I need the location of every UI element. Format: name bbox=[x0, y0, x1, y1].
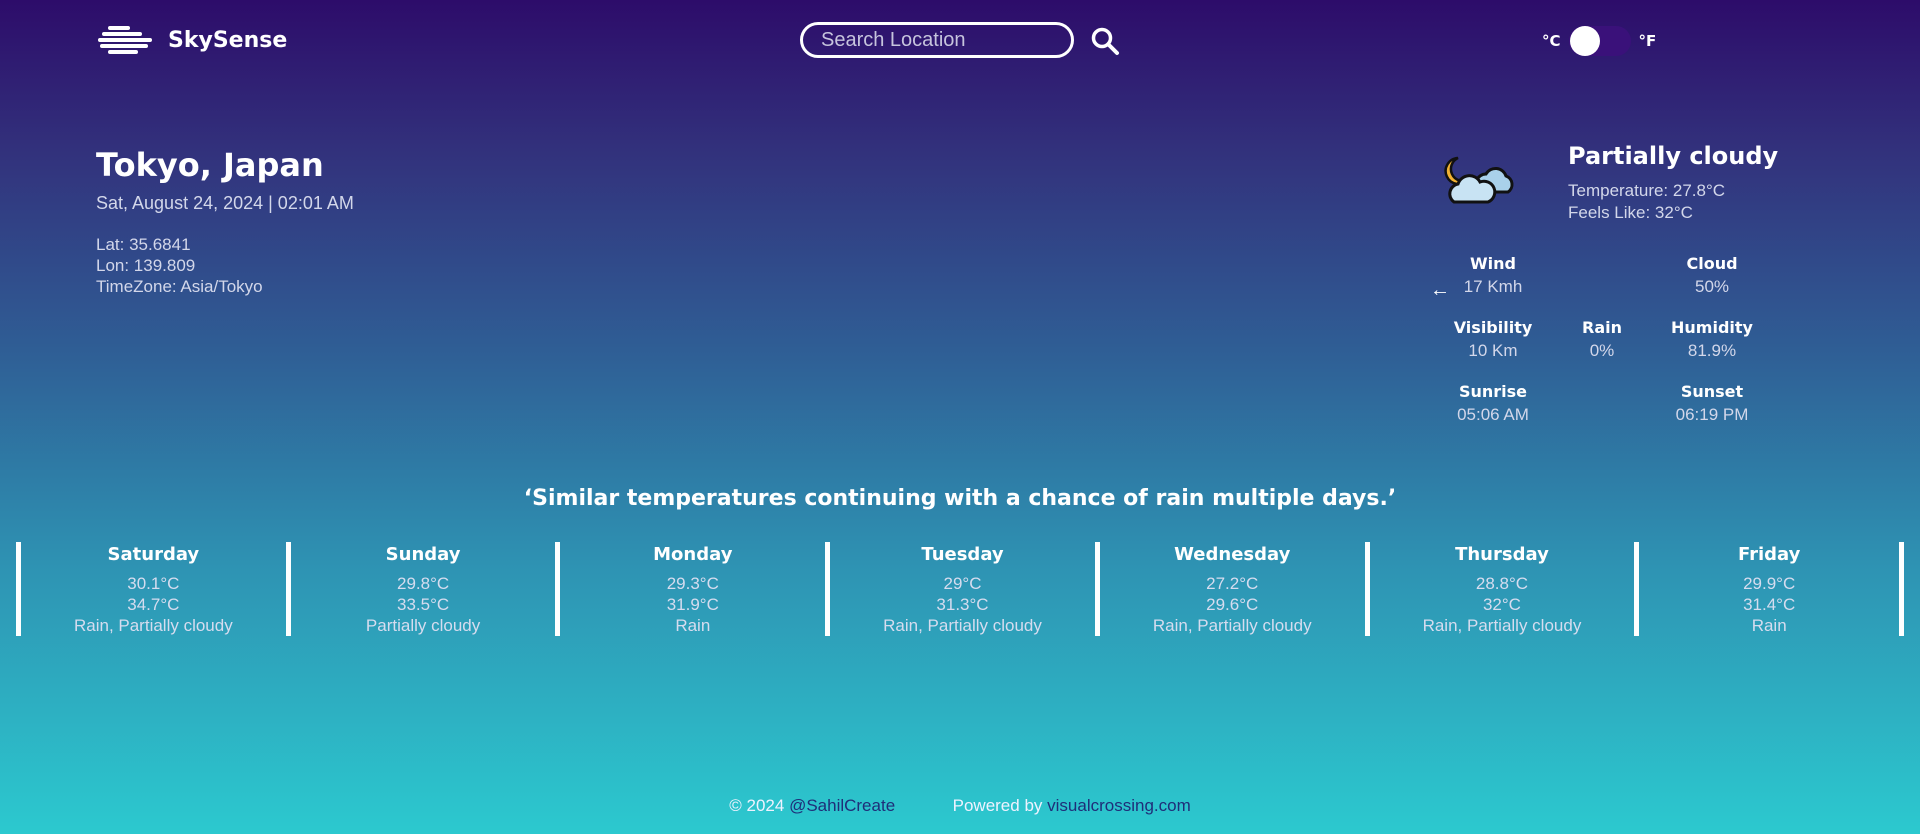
day-conditions: Rain, Partially cloudy bbox=[73, 616, 233, 635]
coordinates: Lat: 35.6841 Lon: 139.809 TimeZone: Asia… bbox=[96, 234, 263, 297]
forecast-day: Sunday 29.8°C 33.5°C Partially cloudy bbox=[285, 542, 556, 636]
sunrise-label: Sunrise bbox=[1458, 382, 1528, 401]
forecast-day: Wednesday 27.2°C 29.6°C Rain, Partially … bbox=[1094, 542, 1365, 636]
day-name: Sunday bbox=[385, 544, 461, 565]
sunset-label: Sunset bbox=[1680, 382, 1744, 401]
day-min-temp: 29.8°C bbox=[396, 574, 450, 593]
powered-by-text: Powered by bbox=[952, 796, 1043, 815]
day-max-temp: 31.4°C bbox=[1743, 595, 1796, 614]
sunset-stat: Sunset 06:19 PM bbox=[1642, 382, 1782, 425]
forecast-day: Friday 29.9°C 31.4°C Rain bbox=[1634, 542, 1905, 636]
author-link[interactable]: @SahilCreate bbox=[789, 796, 895, 815]
search-field[interactable] bbox=[800, 22, 1074, 58]
day-conditions: Rain, Partially cloudy bbox=[1152, 616, 1312, 635]
fahrenheit-label: °F bbox=[1638, 32, 1657, 50]
day-min-temp: 29.3°C bbox=[666, 574, 719, 593]
footer: © 2024 @SahilCreate Powered by visualcro… bbox=[0, 796, 1920, 816]
day-max-temp: 32°C bbox=[1482, 595, 1521, 614]
local-datetime: Sat, August 24, 2024 | 02:01 AM bbox=[96, 193, 354, 213]
cloud-layers-icon bbox=[98, 26, 152, 54]
partly-cloudy-night-icon bbox=[1444, 156, 1514, 204]
day-conditions: Rain, Partially cloudy bbox=[1422, 616, 1582, 635]
day-name: Monday bbox=[653, 544, 733, 565]
search-input[interactable] bbox=[819, 27, 1055, 53]
unit-switch[interactable] bbox=[1568, 26, 1631, 56]
day-max-temp: 29.6°C bbox=[1206, 595, 1259, 614]
day-min-temp: 27.2°C bbox=[1206, 574, 1259, 593]
day-min-temp: 28.8°C bbox=[1475, 574, 1529, 593]
day-name: Thursday bbox=[1455, 544, 1549, 565]
sunrise-value: 05:06 AM bbox=[1457, 405, 1529, 424]
feels-like: Feels Like: 32°C bbox=[1568, 203, 1693, 222]
longitude: Lon: 139.809 bbox=[96, 256, 196, 275]
day-max-temp: 34.7°C bbox=[127, 595, 180, 614]
humidity-label: Humidity bbox=[1671, 318, 1753, 337]
day-min-temp: 29.9°C bbox=[1743, 574, 1796, 593]
copyright-text: © 2024 bbox=[729, 796, 785, 815]
day-name: Wednesday bbox=[1174, 544, 1291, 565]
day-conditions: Rain bbox=[1751, 616, 1787, 635]
provider-link[interactable]: visualcrossing.com bbox=[1047, 796, 1191, 815]
temperature-details: Temperature: 27.8°C Feels Like: 32°C bbox=[1568, 180, 1725, 224]
celsius-label: °C bbox=[1542, 32, 1561, 50]
forecast-summary: ‘Similar temperatures continuing with a … bbox=[523, 486, 1397, 511]
forecast-list: Saturday 30.1°C 34.7°C Rain, Partially c… bbox=[16, 542, 1905, 638]
day-conditions: Partially cloudy bbox=[365, 616, 481, 635]
search-icon[interactable] bbox=[1090, 26, 1120, 56]
timezone: TimeZone: Asia/Tokyo bbox=[96, 277, 263, 296]
day-name: Saturday bbox=[107, 544, 200, 565]
humidity-stat: Humidity 81.9% bbox=[1642, 318, 1782, 361]
switch-knob[interactable] bbox=[1569, 26, 1600, 56]
wind-label: Wind bbox=[1470, 254, 1516, 273]
wind-stat: Wind 17 Kmh bbox=[1423, 254, 1563, 297]
day-name: Friday bbox=[1737, 544, 1801, 565]
app-logo[interactable]: SkySense bbox=[98, 24, 287, 56]
condition-title: Partially cloudy bbox=[1568, 142, 1779, 170]
cloud-stat: Cloud 50% bbox=[1642, 254, 1782, 297]
forecast-day: Monday 29.3°C 31.9°C Rain bbox=[555, 542, 825, 636]
wind-value: 17 Kmh bbox=[1463, 277, 1523, 296]
cloud-value: 50% bbox=[1694, 277, 1730, 296]
day-min-temp: 29°C bbox=[943, 574, 982, 593]
latitude: Lat: 35.6841 bbox=[96, 235, 191, 254]
day-max-temp: 31.3°C bbox=[936, 595, 989, 614]
sunset-value: 06:19 PM bbox=[1675, 405, 1749, 424]
location-name: Tokyo, Japan bbox=[96, 146, 324, 184]
current-temperature: Temperature: 27.8°C bbox=[1568, 181, 1726, 200]
humidity-value: 81.9% bbox=[1687, 341, 1737, 360]
day-max-temp: 33.5°C bbox=[396, 595, 450, 614]
sunrise-stat: Sunrise 05:06 AM bbox=[1423, 382, 1563, 425]
forecast-day: Tuesday 29°C 31.3°C Rain, Partially clou… bbox=[825, 542, 1095, 636]
day-conditions: Rain, Partially cloudy bbox=[883, 616, 1042, 635]
day-min-temp: 30.1°C bbox=[127, 574, 180, 593]
forecast-day: Saturday 30.1°C 34.7°C Rain, Partially c… bbox=[16, 542, 286, 636]
day-name: Tuesday bbox=[921, 544, 1004, 565]
day-max-temp: 31.9°C bbox=[666, 595, 719, 614]
app-name: SkySense bbox=[168, 27, 288, 53]
cloud-label: Cloud bbox=[1686, 254, 1738, 273]
day-conditions: Rain bbox=[675, 616, 711, 635]
forecast-day: Thursday 28.8°C 32°C Rain, Partially clo… bbox=[1364, 542, 1635, 636]
unit-toggle[interactable]: °C °F bbox=[1542, 26, 1656, 56]
